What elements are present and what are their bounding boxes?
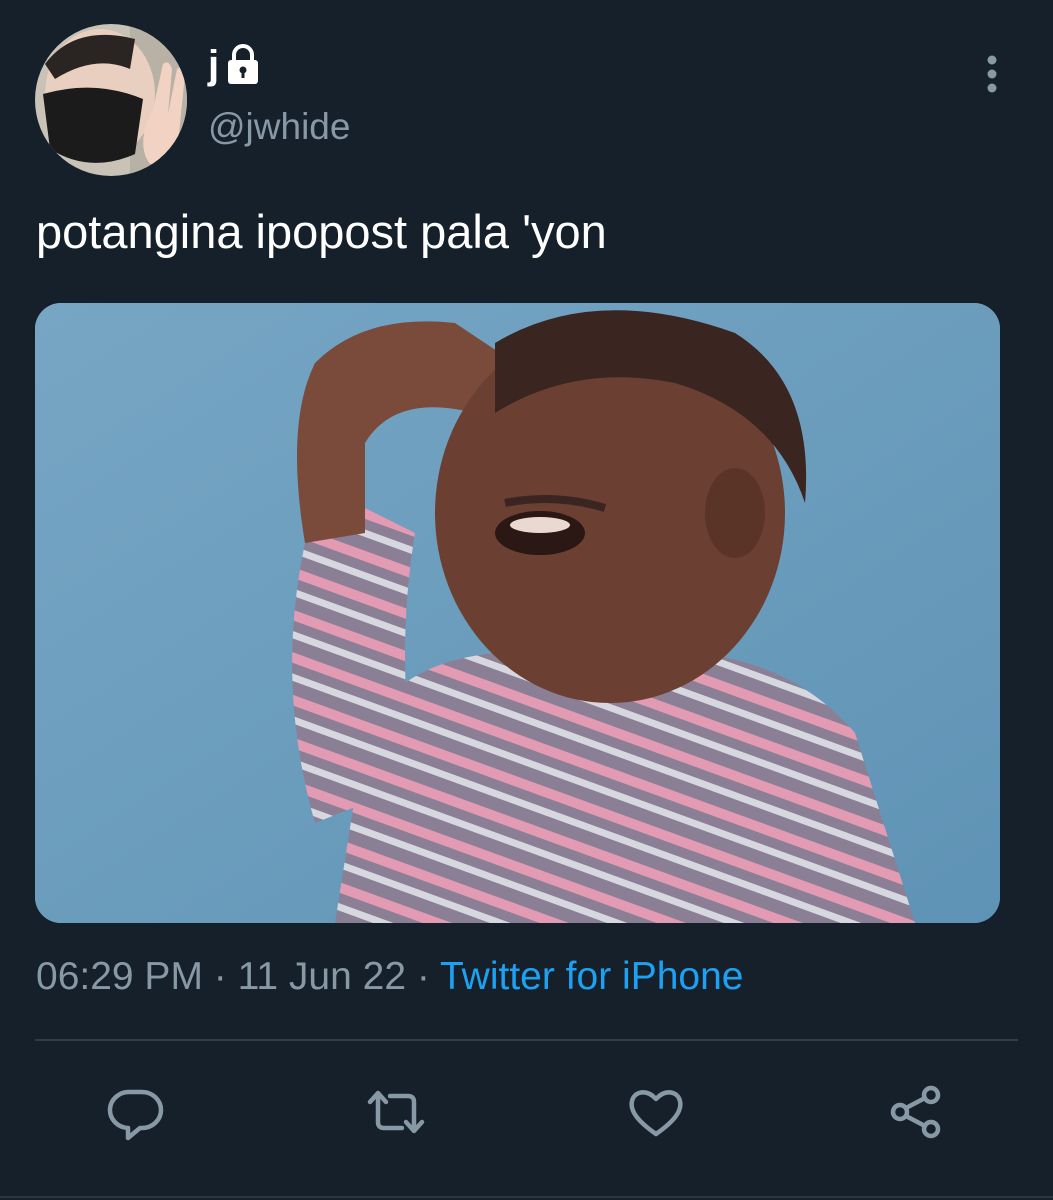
bottom-divider [0,1196,1053,1198]
avatar-photo-icon [35,24,187,176]
meta-separator: · [202,955,238,998]
tweet-meta: 06:29 PM · 11 Jun 22 · Twitter for iPhon… [36,955,743,999]
more-options-icon[interactable] [978,54,1006,94]
tweet-date: 11 Jun 22 [237,955,407,998]
crying-child-gif-icon [35,303,1000,923]
display-name-row: j [208,40,263,90]
display-name[interactable]: j [208,45,219,85]
share-button[interactable] [884,1080,948,1144]
tweet-detail: j @jwhide potangina ipopost pala 'yon 06… [0,0,1053,1200]
heart-icon [629,1090,683,1137]
reply-button[interactable] [104,1080,168,1144]
lock-icon [223,44,263,86]
avatar[interactable] [35,24,187,176]
reply-icon [107,1089,164,1141]
divider [35,1039,1018,1041]
meta-separator: · [406,955,440,998]
tweet-media[interactable] [35,303,1000,923]
retweet-button[interactable] [364,1080,428,1144]
like-button[interactable] [624,1080,688,1144]
share-icon [890,1085,941,1139]
retweet-icon [367,1090,425,1134]
tweet-text: potangina ipopost pala 'yon [36,205,607,258]
handle[interactable]: @jwhide [208,108,350,145]
tweet-time: 06:29 PM [36,955,203,998]
tweet-source-link[interactable]: Twitter for iPhone [440,955,743,998]
